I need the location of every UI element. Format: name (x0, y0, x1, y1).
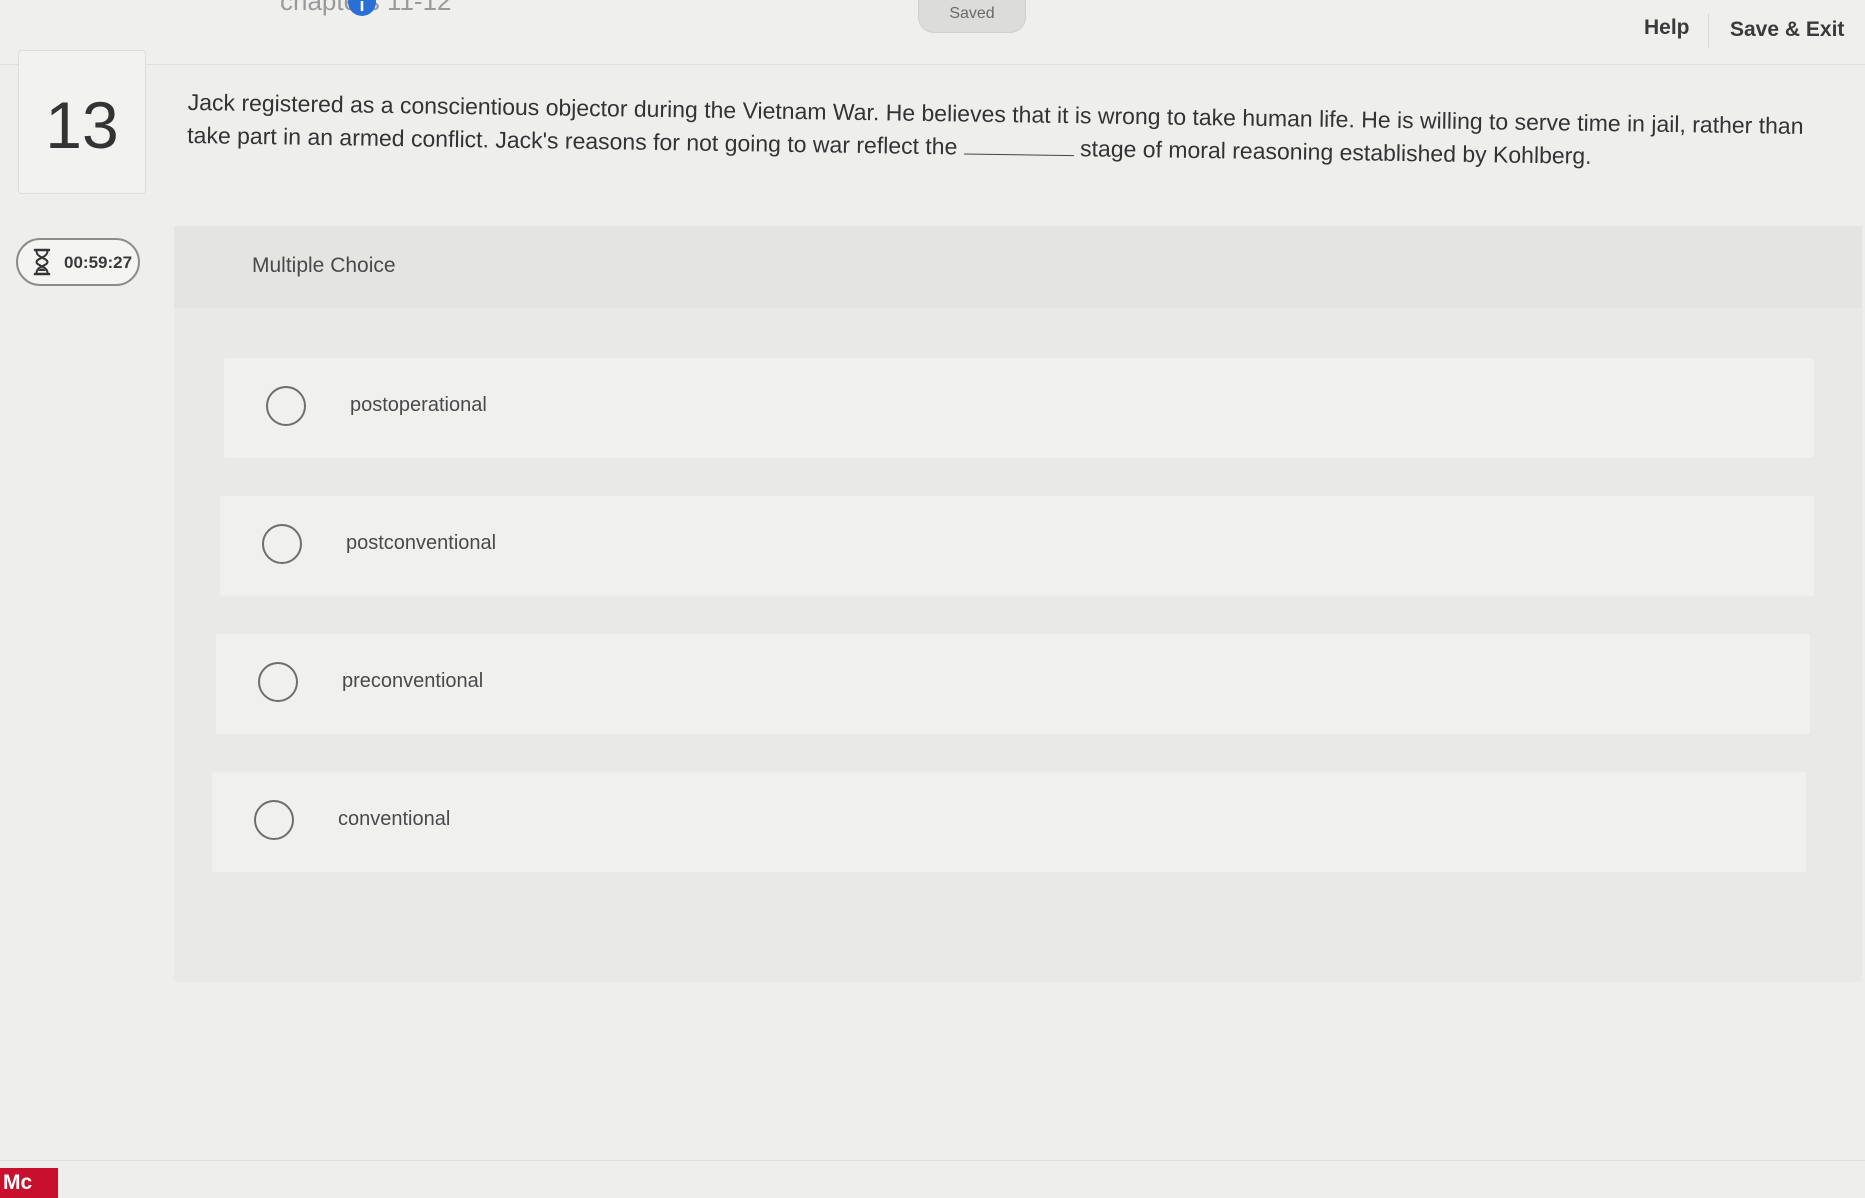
hourglass-icon (33, 248, 51, 276)
choice-label: postconventional (346, 532, 497, 554)
footer-divider (0, 1160, 1865, 1161)
question-number: 13 (45, 88, 119, 162)
save-exit-button[interactable]: Save & Exit (1730, 18, 1844, 42)
timer[interactable]: 00:59:27 (16, 238, 140, 286)
choice-label: postoperational (350, 394, 487, 416)
header-divider (1708, 14, 1709, 48)
saved-status-badge: Saved (918, 0, 1026, 33)
help-link[interactable]: Help (1644, 16, 1690, 40)
radio-button[interactable] (266, 386, 306, 426)
choice-option[interactable]: preconventional (216, 634, 1810, 734)
answer-panel: Multiple Choice postoperational postconv… (174, 226, 1862, 982)
choice-option[interactable]: conventional (212, 772, 1806, 872)
answer-blank (963, 135, 1074, 157)
top-bar: chapters 11-12 i Saved Help Save & Exit (0, 0, 1865, 65)
radio-button[interactable] (262, 524, 302, 564)
question-text-after-blank: stage of moral reasoning established by … (1079, 135, 1592, 169)
radio-button[interactable] (254, 800, 294, 840)
choice-option[interactable]: postconventional (220, 496, 1814, 596)
answer-panel-header: Multiple Choice (174, 226, 1862, 308)
question-number-box: 13 (18, 50, 146, 194)
timer-value: 00:59:27 (64, 253, 133, 272)
choice-option[interactable]: postoperational (224, 358, 1814, 458)
choice-label: conventional (338, 808, 451, 830)
question-type-label: Multiple Choice (252, 254, 396, 277)
choice-label: preconventional (342, 670, 484, 692)
question-prompt: Jack registered as a conscientious objec… (187, 86, 1838, 176)
radio-button[interactable] (258, 662, 298, 702)
brand-logo: Mc (0, 1168, 58, 1198)
